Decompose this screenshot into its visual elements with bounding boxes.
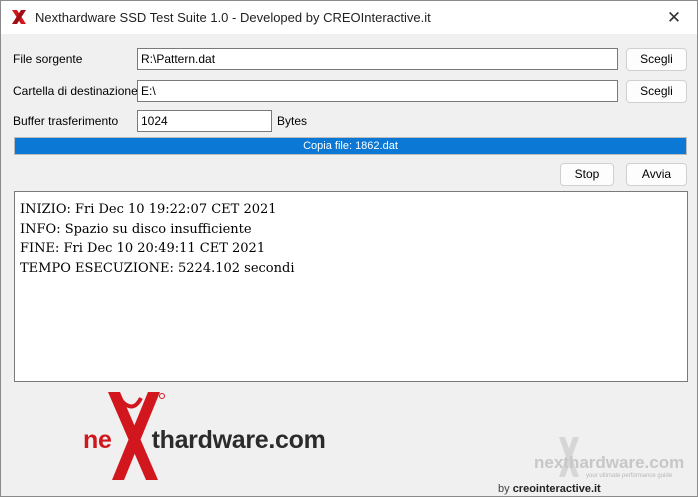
log-line: TEMPO ESECUZIONE: 5224.102 secondi — [20, 260, 295, 276]
copy-progress-bar: Copia file: 1862.dat — [14, 137, 687, 155]
log-line: INIZIO: Fri Dec 10 19:22:07 CET 2021 — [20, 202, 277, 217]
stop-button[interactable]: Stop — [560, 163, 614, 186]
window-title: Nexthardware SSD Test Suite 1.0 - Develo… — [35, 10, 431, 25]
destination-folder-label: Cartella di destinazione — [13, 84, 138, 98]
developer-credit: by creointeractive.it — [498, 483, 601, 495]
buffer-unit-label: Bytes — [277, 114, 308, 128]
browse-source-button[interactable]: Scegli — [626, 48, 687, 71]
destination-folder-input[interactable]: E:\ — [137, 80, 618, 102]
title-bar: Nexthardware SSD Test Suite 1.0 - Develo… — [1, 1, 697, 34]
browse-destination-button[interactable]: Scegli — [626, 80, 687, 103]
progress-status-text: Copia file: 1862.dat — [303, 140, 398, 152]
start-button[interactable]: Avvia — [626, 163, 687, 186]
source-file-input[interactable]: R:\Pattern.dat — [137, 48, 618, 70]
nexthardware-logo-text: ne thardware.com — [83, 426, 326, 455]
log-line: FINE: Fri Dec 10 20:49:11 CET 2021 — [20, 241, 266, 256]
source-file-label: File sorgente — [13, 52, 83, 66]
logo-rest: thardware.com — [151, 426, 326, 454]
watermark-text: nexthardware.com — [534, 453, 685, 472]
credit-prefix: by — [498, 483, 513, 495]
watermark-tagline: your ultimate performance guide — [586, 473, 673, 479]
app-window: Nexthardware SSD Test Suite 1.0 - Develo… — [0, 0, 698, 497]
log-line: INFO: Spazio su disco insufficiente — [20, 221, 252, 237]
close-button[interactable]: ✕ — [651, 1, 697, 34]
close-icon: ✕ — [666, 7, 682, 27]
buffer-size-label: Buffer trasferimento — [13, 114, 119, 128]
logo-prefix: ne — [83, 426, 112, 454]
credit-brand: creointeractive.it — [512, 483, 601, 495]
buffer-size-input[interactable]: 1024 — [137, 110, 272, 132]
log-output[interactable]: INIZIO: Fri Dec 10 19:22:07 CET 2021 INF… — [14, 191, 688, 382]
nexthardware-x-icon — [12, 10, 26, 24]
